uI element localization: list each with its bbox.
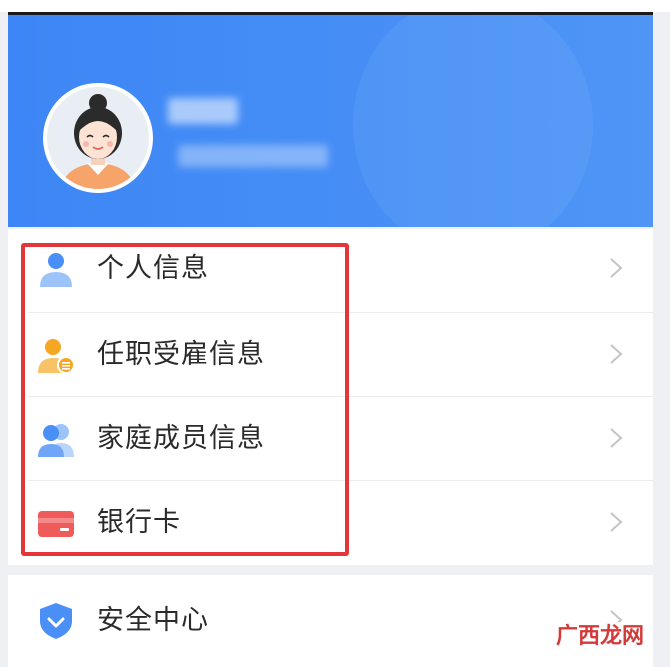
user-name-redacted <box>168 98 238 124</box>
status-bar <box>0 0 670 12</box>
bank-card-icon <box>38 511 74 537</box>
menu-item-family-info[interactable]: 家庭成员信息 <box>8 397 653 481</box>
menu-item-personal-info[interactable]: 个人信息 <box>8 229 653 313</box>
shield-icon <box>40 603 72 639</box>
menu-item-label: 银行卡 <box>97 507 181 538</box>
chevron-right-icon <box>610 428 623 448</box>
menu-item-bank-card[interactable]: 银行卡 <box>8 481 653 565</box>
avatar-background <box>47 87 149 189</box>
menu-item-label: 任职受雇信息 <box>97 339 265 370</box>
watermark-text: 广西龙网 <box>551 622 648 652</box>
menu-item-label: 安全中心 <box>97 605 209 636</box>
person-icon <box>40 253 72 287</box>
avatar[interactable] <box>43 83 153 193</box>
chevron-right-icon <box>610 258 623 278</box>
avatar-woman-icon <box>61 94 135 189</box>
info-menu: 个人信息 任职受雇信息 家庭成员信息 银行卡 <box>8 229 653 565</box>
profile-header <box>8 15 653 227</box>
menu-item-label: 家庭成员信息 <box>97 423 265 454</box>
header-decoration <box>353 15 593 227</box>
user-phone-redacted <box>178 145 328 167</box>
chevron-right-icon <box>610 512 623 532</box>
menu-item-label: 个人信息 <box>97 253 209 284</box>
employment-icon <box>38 339 75 374</box>
menu-item-employment-info[interactable]: 任职受雇信息 <box>8 313 653 397</box>
chevron-right-icon <box>610 344 623 364</box>
family-icon <box>38 424 74 457</box>
security-section: 安全中心 <box>8 575 653 667</box>
